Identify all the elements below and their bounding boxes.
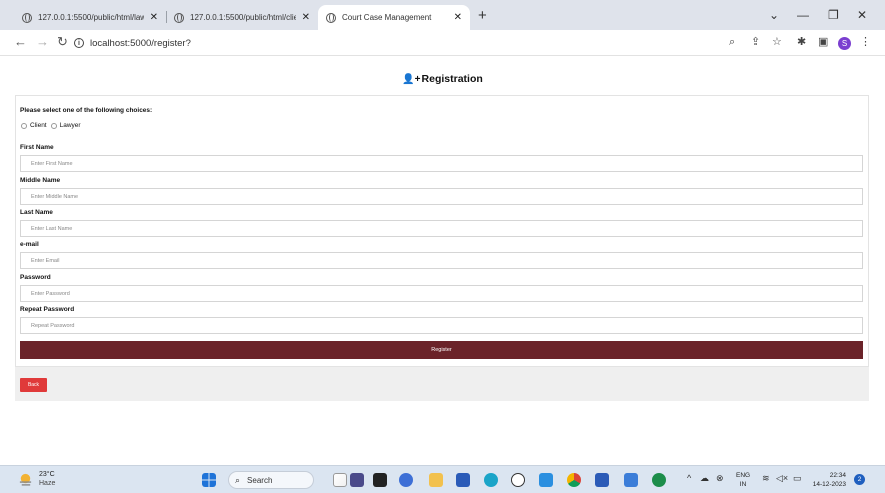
- windows-start-icon[interactable]: [202, 473, 216, 487]
- password-input[interactable]: [20, 285, 863, 302]
- notification-badge[interactable]: 2: [854, 474, 865, 485]
- tab-title: Court Case Management: [342, 13, 432, 22]
- close-tab-icon[interactable]: ✕: [302, 12, 310, 23]
- lawyer-radio-label[interactable]: Lawyer: [60, 122, 81, 129]
- first-name-label: First Name: [20, 144, 54, 151]
- menu-icon[interactable]: ⋮: [860, 36, 871, 48]
- browser-tab-active[interactable]: Court Case Management ✕: [318, 5, 470, 30]
- middle-name-label: Middle Name: [20, 177, 61, 184]
- search-icon: ⌕: [235, 474, 241, 485]
- file-explorer-icon[interactable]: [429, 473, 443, 487]
- tab-search-icon[interactable]: ⌄: [769, 8, 779, 22]
- form-footer: [15, 367, 869, 401]
- globe-icon: [174, 12, 184, 23]
- globe-icon: [22, 12, 32, 23]
- zoom-icon[interactable]: ⌕: [729, 36, 735, 48]
- green-app-icon[interactable]: [652, 473, 666, 487]
- share-icon[interactable]: ⇪: [751, 36, 760, 48]
- weather-haze-icon[interactable]: [18, 472, 33, 487]
- minimize-button[interactable]: —: [797, 8, 809, 22]
- extensions-icon[interactable]: ✱: [797, 36, 806, 48]
- browser-tab[interactable]: 127.0.0.1:5500/public/html/clie ✕: [166, 5, 318, 30]
- client-radio-label[interactable]: Client: [30, 122, 47, 129]
- bookmark-star-icon[interactable]: ☆: [772, 36, 782, 48]
- notepad-icon[interactable]: [624, 473, 638, 487]
- tab-title: 127.0.0.1:5500/public/html/lawy: [38, 13, 144, 22]
- edge-browser-icon[interactable]: [484, 473, 498, 487]
- choice-prompt: Please select one of the following choic…: [20, 107, 153, 114]
- forward-arrow-icon[interactable]: →: [36, 35, 49, 49]
- lawyer-radio[interactable]: [50, 122, 57, 129]
- region-code: IN: [739, 481, 747, 488]
- clock[interactable]: 22:34 14-12-2023: [810, 471, 846, 489]
- email-label: e-mail: [20, 241, 39, 248]
- taskbar-search[interactable]: ⌕ Search: [228, 471, 314, 489]
- email-input[interactable]: [20, 252, 863, 269]
- language-code: ENG: [736, 472, 751, 479]
- reload-icon[interactable]: ↻: [57, 35, 68, 49]
- page-title-text: Registration: [421, 73, 483, 85]
- profile-avatar[interactable]: S: [838, 37, 851, 50]
- page-title: 👤+Registration: [0, 73, 885, 85]
- last-name-label: Last Name: [20, 209, 53, 216]
- brush-app-icon[interactable]: [350, 473, 364, 487]
- onedrive-icon[interactable]: ☁: [700, 473, 709, 484]
- browser-tab[interactable]: 127.0.0.1:5500/public/html/lawy ✕: [14, 5, 166, 30]
- wifi-icon[interactable]: ≋: [762, 473, 770, 484]
- vscode-icon[interactable]: [539, 473, 553, 487]
- globe-icon: [326, 12, 336, 23]
- user-plus-icon: 👤+: [402, 74, 421, 85]
- battery-icon[interactable]: ▭: [793, 473, 802, 484]
- new-tab-button[interactable]: +: [478, 8, 487, 23]
- clock-time: 22:34: [829, 472, 846, 479]
- copilot-icon[interactable]: [333, 473, 347, 487]
- taskbar-search-text: Search: [247, 475, 273, 485]
- password-label: Password: [20, 274, 51, 281]
- language-indicator[interactable]: ENG IN: [736, 471, 750, 489]
- client-radio[interactable]: [21, 122, 27, 129]
- url-text: localhost:5000/register?: [90, 37, 191, 49]
- show-hidden-icons[interactable]: ^: [687, 473, 691, 483]
- repeat-password-input[interactable]: [20, 317, 863, 334]
- register-button[interactable]: Register: [20, 341, 863, 359]
- middle-name-input[interactable]: [20, 188, 863, 205]
- side-panel-icon[interactable]: ▣: [818, 36, 828, 48]
- taskbar: 23°C Haze ⌕ Search ^ ☁ ⊗ ENG IN ≋ ◁× ▭ 2…: [0, 465, 885, 493]
- close-tab-icon[interactable]: ✕: [454, 12, 462, 23]
- browser-tab-strip: 127.0.0.1:5500/public/html/lawy ✕ 127.0.…: [0, 0, 885, 30]
- store-icon[interactable]: [456, 473, 470, 487]
- task-view-icon[interactable]: [373, 473, 387, 487]
- last-name-input[interactable]: [20, 220, 863, 237]
- repeat-password-label: Repeat Password: [20, 306, 75, 313]
- volume-icon[interactable]: ◁×: [776, 473, 788, 484]
- dell-icon[interactable]: [511, 473, 525, 487]
- chat-app-icon[interactable]: [399, 473, 413, 487]
- weather-temperature: 23°C: [39, 471, 55, 478]
- weather-description: Haze: [39, 480, 56, 487]
- browser-toolbar: ← → ↻ i localhost:5000/register? ⌕ ⇪ ☆ ✱…: [0, 30, 885, 56]
- clock-date: 14-12-2023: [812, 481, 846, 488]
- close-window-button[interactable]: ✕: [857, 8, 867, 22]
- first-name-input[interactable]: [20, 155, 863, 172]
- chrome-icon[interactable]: [567, 473, 581, 487]
- address-bar[interactable]: i localhost:5000/register?: [74, 33, 714, 53]
- back-arrow-icon[interactable]: ←: [14, 35, 27, 49]
- role-radio-group: Client Lawyer: [21, 122, 85, 129]
- close-tab-icon[interactable]: ✕: [150, 12, 158, 23]
- word-icon[interactable]: [595, 473, 609, 487]
- tab-title: 127.0.0.1:5500/public/html/clie: [190, 13, 296, 22]
- restore-button[interactable]: ❐: [828, 8, 839, 22]
- info-icon[interactable]: i: [74, 38, 84, 48]
- meet-icon[interactable]: ⊗: [716, 473, 724, 484]
- back-button[interactable]: Back: [20, 378, 47, 392]
